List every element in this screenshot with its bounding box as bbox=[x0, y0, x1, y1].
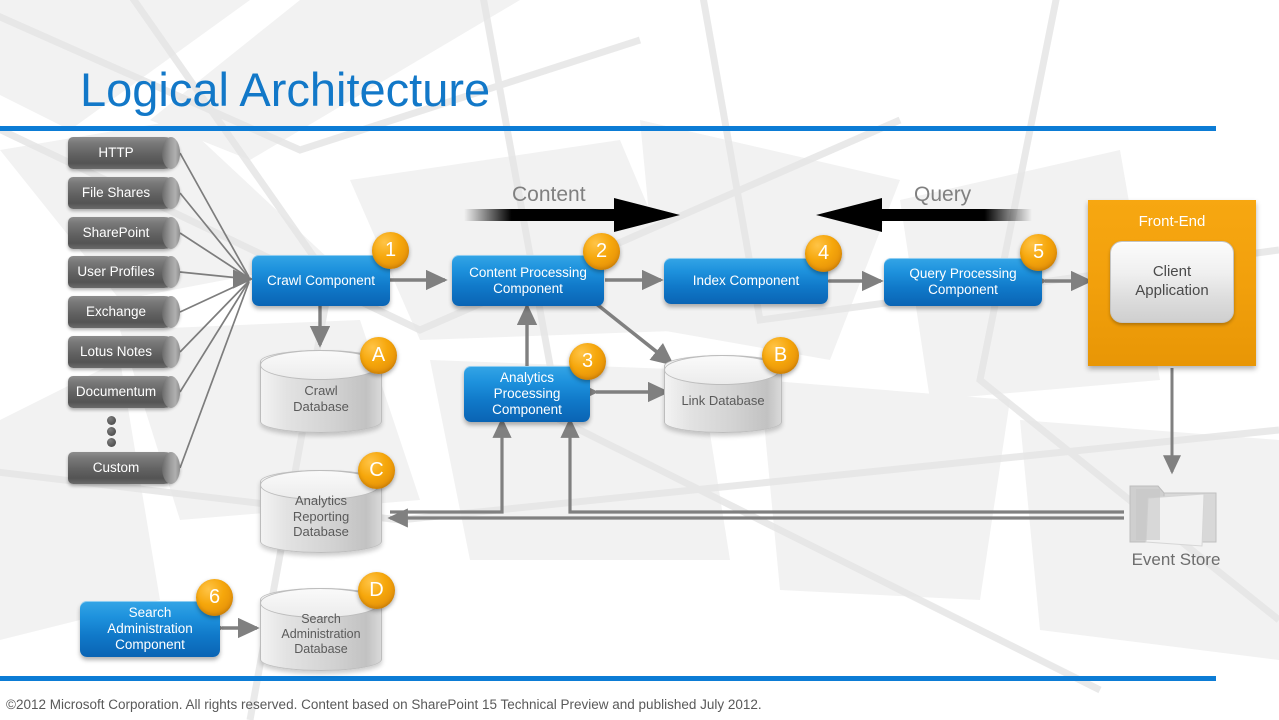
badge-A[interactable]: A bbox=[360, 337, 397, 374]
source-item-sharepoint[interactable]: SharePoint bbox=[68, 217, 180, 249]
badge-C[interactable]: C bbox=[358, 452, 395, 489]
badge-6[interactable]: 6 bbox=[196, 579, 233, 616]
query-processing-component[interactable]: Query Processing Component bbox=[884, 258, 1042, 306]
analytics-processing-component-label: Analytics Processing Component bbox=[492, 370, 562, 417]
badge-3[interactable]: 3 bbox=[569, 343, 606, 380]
event-store-folder-icon[interactable] bbox=[1124, 476, 1228, 552]
search-administration-component-label: Search Administration Component bbox=[107, 605, 193, 652]
page-title: Logical Architecture bbox=[80, 63, 491, 116]
content-flow-label: Content bbox=[512, 183, 586, 206]
badge-D[interactable]: D bbox=[358, 572, 395, 609]
query-flow-label: Query bbox=[914, 183, 972, 206]
crawl-database-label: Crawl Database bbox=[293, 382, 349, 414]
analytics-processing-component[interactable]: Analytics Processing Component bbox=[464, 366, 590, 422]
source-item-file-shares[interactable]: File Shares bbox=[68, 177, 180, 209]
analytics-reporting-database-label: Analytics Reporting Database bbox=[292, 493, 350, 540]
source-item-user-profiles[interactable]: User Profiles bbox=[68, 256, 180, 288]
badge-1[interactable]: 1 bbox=[372, 232, 409, 269]
client-application-box[interactable]: Client Application bbox=[1110, 241, 1234, 323]
copyright-footer: ©2012 Microsoft Corporation. All rights … bbox=[6, 697, 762, 712]
front-end-label: Front-End bbox=[1138, 213, 1206, 230]
badge-4[interactable]: 4 bbox=[805, 235, 842, 272]
source-item-http[interactable]: HTTP bbox=[68, 137, 180, 169]
source-item-documentum[interactable]: Documentum bbox=[68, 376, 180, 408]
badge-2[interactable]: 2 bbox=[583, 233, 620, 270]
index-component[interactable]: Index Component bbox=[664, 258, 828, 304]
link-database-label: Link Database bbox=[681, 393, 765, 409]
crawl-component-label: Crawl Component bbox=[266, 272, 376, 288]
source-item-custom[interactable]: Custom bbox=[68, 452, 180, 484]
content-processing-component-label: Content Processing Component bbox=[469, 264, 587, 296]
source-item-lotus-notes[interactable]: Lotus Notes bbox=[68, 336, 180, 368]
index-component-label: Index Component bbox=[692, 273, 800, 289]
source-item-exchange[interactable]: Exchange bbox=[68, 296, 180, 328]
badge-B[interactable]: B bbox=[762, 337, 799, 374]
source-list-ellipsis bbox=[107, 414, 119, 452]
link-database[interactable]: Link Database bbox=[664, 355, 782, 433]
crawl-component[interactable]: Crawl Component bbox=[252, 255, 390, 306]
query-processing-component-label: Query Processing Component bbox=[909, 266, 1017, 297]
search-administration-database-label: Search Administration Database bbox=[281, 612, 361, 656]
event-store-label: Event Store bbox=[1131, 550, 1221, 569]
search-administration-component[interactable]: Search Administration Component bbox=[80, 601, 220, 657]
header-divider bbox=[0, 126, 1216, 131]
content-processing-component[interactable]: Content Processing Component bbox=[452, 255, 604, 306]
client-application-label: Client Application bbox=[1135, 263, 1209, 299]
slide-canvas: Logical Architecture Content Query HTTP … bbox=[0, 0, 1279, 720]
badge-5[interactable]: 5 bbox=[1020, 234, 1057, 271]
footer-divider bbox=[0, 676, 1216, 681]
